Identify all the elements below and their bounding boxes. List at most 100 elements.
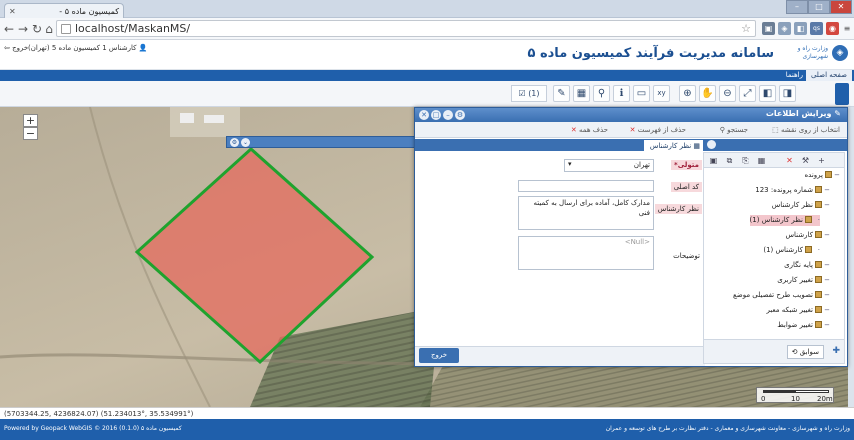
bookmark-star-icon[interactable]: ☆ <box>741 21 751 36</box>
tree-node[interactable]: − شماره پرونده: 123 <box>755 185 830 196</box>
expand-toggle-icon[interactable]: · <box>814 245 820 256</box>
tree-node[interactable]: − تغییر ضوابط <box>777 320 830 331</box>
table-icon[interactable]: ▦ <box>756 155 767 166</box>
tree-node[interactable]: · نظر کارشناس (1) <box>749 215 820 226</box>
menu-icon[interactable]: ≡ <box>842 22 852 35</box>
footer: Powered by Geopack WebGIS © 2016 (0.1.0)… <box>0 419 854 440</box>
delete-icon[interactable]: ✕ <box>784 155 795 166</box>
binoculars-icon: ⚲ <box>719 126 725 134</box>
chevron-down-icon[interactable]: ⌄ <box>241 138 250 147</box>
zoom-out-button[interactable]: − <box>23 127 38 140</box>
zoom-out-icon[interactable]: ⊖ <box>719 85 736 102</box>
scale-bar-graphic <box>763 390 829 393</box>
minimize-icon[interactable]: – <box>443 110 453 120</box>
tree-node-label: نظر کارشناس <box>771 201 813 209</box>
close-icon[interactable]: ✕ <box>419 110 429 120</box>
custodian-value: تهران <box>633 161 650 169</box>
pencil-icon[interactable]: ✎ <box>553 85 570 102</box>
search-button[interactable]: جستجو ⚲ <box>717 124 751 136</box>
pan-hand-icon[interactable]: ✋ <box>699 85 716 102</box>
settings-icon[interactable]: ⚙ <box>455 110 465 120</box>
tree-node[interactable]: − پایه نگاری <box>784 260 830 271</box>
extension-icon[interactable]: qs <box>810 22 823 35</box>
tab-guide[interactable]: راهنما <box>781 70 808 81</box>
extension-icon[interactable]: ◧ <box>794 22 807 35</box>
full-extent-icon[interactable]: ⤢ <box>739 85 756 102</box>
binoculars-icon[interactable]: ⚲ <box>593 85 610 102</box>
exit-icon: ⇦ <box>4 44 10 52</box>
previous-extent-icon[interactable]: ◧ <box>759 85 776 102</box>
select-on-map-button[interactable]: انتخاب از روی نقشه ⬚ <box>769 124 843 136</box>
expand-toggle-icon[interactable]: − <box>824 275 830 286</box>
remove-all-button[interactable]: حذف همه ✕ <box>568 124 611 136</box>
collapse-icon[interactable] <box>707 140 716 149</box>
zoom-in-button[interactable]: + <box>23 114 38 127</box>
zoom-in-icon[interactable]: ⊕ <box>679 85 696 102</box>
tools-icon[interactable]: ⚒ <box>800 155 811 166</box>
table-icon[interactable]: ▦ <box>573 85 590 102</box>
tree-node[interactable]: − نظر کارشناس <box>772 200 830 211</box>
tree-node[interactable]: − پرونده <box>805 170 840 181</box>
exit-link[interactable]: ⇦ خروج <box>4 44 28 52</box>
history-icon: ⟲ <box>791 348 798 356</box>
back-arrow-icon[interactable]: ← <box>2 21 16 37</box>
folder-icon <box>815 261 822 268</box>
extension-icon[interactable]: ◉ <box>826 22 839 35</box>
xy-coordinate-icon[interactable]: xy <box>653 85 670 102</box>
tree-node[interactable]: − کارشناس <box>785 230 830 241</box>
logo-emblem-icon: ◈ <box>832 45 848 61</box>
home-icon[interactable]: ⌂ <box>42 21 56 37</box>
tree-node[interactable]: · کارشناس (1) <box>763 245 820 256</box>
minimize-window-button[interactable]: – <box>786 0 808 14</box>
expand-toggle-icon[interactable]: · <box>814 215 820 226</box>
expand-toggle-icon[interactable]: − <box>824 185 830 196</box>
expand-toggle-icon[interactable]: − <box>824 230 830 241</box>
identify-icon[interactable]: ℹ <box>613 85 630 102</box>
add-icon[interactable]: + <box>816 155 827 166</box>
close-tab-icon[interactable]: ✕ <box>9 7 16 16</box>
extension-icon[interactable]: ▣ <box>762 22 775 35</box>
tree-node[interactable]: − تغییر کاربری <box>777 275 830 286</box>
custodian-select[interactable]: تهران ▾ <box>564 159 654 172</box>
expand-toggle-icon[interactable]: − <box>824 200 830 211</box>
tree-node[interactable]: − تغییر شبکه معبر <box>766 305 830 316</box>
expand-toggle-icon[interactable]: − <box>824 305 830 316</box>
browser-tab[interactable]: کمیسیون ماده ۵ - ✕ <box>4 3 124 18</box>
panel-toggle-button[interactable] <box>835 83 849 105</box>
close-window-button[interactable]: ✕ <box>830 0 852 14</box>
maximize-icon[interactable]: □ <box>431 110 441 120</box>
expert-opinion-textarea[interactable]: مدارک کامل، آماده برای ارسال به کمیته فن… <box>518 196 654 230</box>
remove-from-list-button[interactable]: حذف از فهرست ✕ <box>627 124 689 136</box>
remove-all-icon: ✕ <box>570 126 577 134</box>
folder-icon <box>815 321 822 328</box>
tab-expert-opinion[interactable]: ▦ نظر کارشناس <box>642 139 707 151</box>
coordinate-readout: (5703344.25, 4236824.07) (51.234013°, 35… <box>0 407 854 419</box>
page-title: سامانه مدیریت فرآیند کمیسیون ماده ۵ <box>527 46 775 61</box>
tree-node[interactable]: − تصویب طرح تفصیلی موضع <box>733 290 830 301</box>
expand-toggle-icon[interactable]: − <box>834 170 840 181</box>
expand-toggle-icon[interactable]: − <box>824 260 830 271</box>
help-icon[interactable]: ✚ <box>832 346 840 356</box>
extension-icon[interactable]: ◈ <box>778 22 791 35</box>
main-code-input[interactable] <box>518 180 654 192</box>
url-field[interactable]: localhost/MaskanMS/ ☆ <box>56 20 756 37</box>
copy-icon[interactable]: ⧉ <box>724 155 735 166</box>
expand-toggle-icon[interactable]: − <box>824 320 830 331</box>
expand-toggle-icon[interactable]: − <box>824 290 830 301</box>
dialog-toolbar: انتخاب از روی نقشه ⬚ جستجو ⚲ حذف از فهرس… <box>415 122 847 138</box>
forward-arrow-icon[interactable]: → <box>16 21 30 37</box>
mini-panel-header[interactable]: ⚙ ⌄ <box>226 136 416 148</box>
history-button[interactable]: سوابق ⟲ <box>786 345 824 359</box>
save-icon[interactable]: ▣ <box>708 155 719 166</box>
exit-button[interactable]: خروج <box>419 348 459 363</box>
tab-home[interactable]: صفحه اصلی <box>805 70 852 81</box>
settings-icon[interactable]: ⚙ <box>230 138 239 147</box>
dialog-titlebar[interactable]: ✕ □ – ⚙ ✎ ویرایش اطلاعات <box>415 108 847 122</box>
map-select-icon: ⬚ <box>772 126 779 134</box>
selection-count-button[interactable]: ☑ (1) <box>511 85 547 102</box>
maximize-window-button[interactable]: □ <box>808 0 830 14</box>
description-textarea[interactable]: <Null> <box>518 236 654 270</box>
measure-icon[interactable]: ▭ <box>633 85 650 102</box>
paste-icon[interactable]: ⎘ <box>740 155 751 166</box>
next-extent-icon[interactable]: ◨ <box>779 85 796 102</box>
